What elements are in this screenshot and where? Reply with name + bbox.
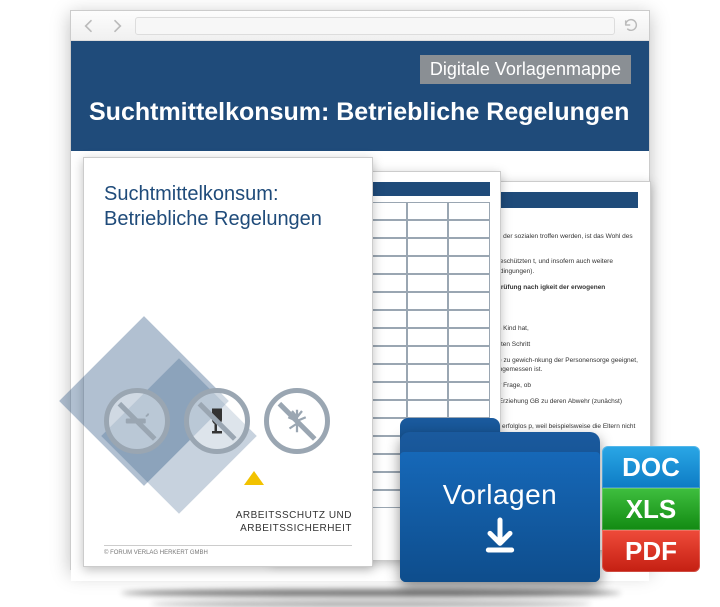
product-banner: Digitale Vorlagenmappe Suchtmittelkonsum… [71, 41, 649, 151]
reload-icon[interactable] [623, 17, 641, 35]
cover-footer: ARBEITSSCHUTZ UND ARBEITSSICHERHEIT [104, 509, 352, 535]
templates-folder-badge: Vorlagen DOC XLS PDF [400, 418, 700, 588]
format-badges: DOC XLS PDF [602, 446, 700, 572]
browser-titlebar [71, 11, 649, 41]
forward-icon[interactable] [107, 16, 127, 36]
format-xls-badge: XLS [602, 488, 700, 530]
product-tag: Digitale Vorlagenmappe [420, 55, 631, 84]
warning-triangle-icon [244, 471, 264, 485]
prohibition-icons-band [104, 371, 352, 471]
product-headline: Suchtmittelkonsum: Betriebliche Regelung… [89, 92, 631, 127]
format-pdf-badge: PDF [602, 530, 700, 572]
format-doc-badge: DOC [602, 446, 700, 488]
url-bar[interactable] [135, 17, 615, 35]
no-smoking-icon [104, 388, 170, 454]
cover-publisher: © FORUM VERLAG HERKERT GMBH [104, 545, 352, 556]
stack-shadow [121, 589, 621, 597]
no-cannabis-icon [264, 388, 330, 454]
stack-shadow [151, 601, 591, 607]
cover-footer-line: ARBEITSSICHERHEIT [240, 523, 352, 534]
folder-label: Vorlagen [443, 479, 558, 511]
cover-footer-line: ARBEITSSCHUTZ UND [236, 510, 352, 521]
cover-title: Suchtmittelkonsum: Betriebliche Regelung… [104, 182, 352, 232]
no-alcohol-icon [184, 388, 250, 454]
folder-front: Vorlagen [400, 452, 600, 582]
cover-title-line: Betriebliche Regelungen [104, 208, 322, 230]
back-icon[interactable] [79, 16, 99, 36]
cover-title-line: Suchtmittelkonsum: [104, 183, 279, 205]
cover-document-preview: Suchtmittelkonsum: Betriebliche Regelung… [83, 157, 373, 567]
download-arrow-icon [480, 515, 520, 555]
